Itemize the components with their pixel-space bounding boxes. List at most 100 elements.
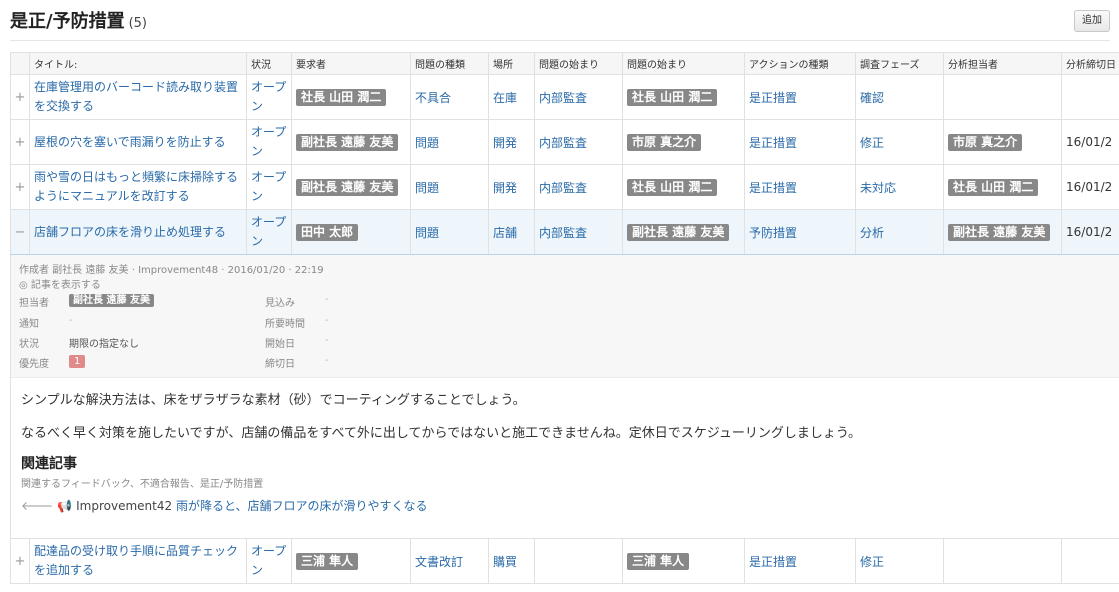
row-deadline: 16/01/2 — [1061, 164, 1119, 210]
arrow-left-icon: 🡐 — [21, 499, 54, 513]
row-location[interactable]: 開発 — [488, 164, 535, 210]
due-value: - — [325, 355, 329, 366]
row-status[interactable]: オープン — [246, 119, 292, 165]
row-location[interactable]: 開発 — [488, 119, 535, 165]
item-count: (5) — [128, 16, 147, 31]
column-header-issue-type[interactable]: 問題の種類 — [410, 52, 489, 75]
row-title-link[interactable]: 店舗フロアの床を滑り止め処理する — [29, 209, 247, 255]
priority-value: 1 — [69, 355, 86, 368]
field-label: 状況 — [19, 339, 39, 350]
row-requester-cell: 副社長 遠藤 友美 — [291, 119, 411, 165]
analyst-badge[interactable]: 社長 山田 潤二 — [948, 178, 1039, 196]
row-phase[interactable]: 分析 — [855, 209, 944, 255]
row-deadline: 16/01/2 — [1061, 119, 1119, 165]
row-origin2-cell: 社長 山田 潤二 — [622, 164, 745, 210]
origin-user-badge[interactable]: 社長 山田 潤二 — [627, 178, 718, 196]
row-action-type[interactable]: 是正措置 — [744, 74, 856, 120]
add-button[interactable]: 追加 — [1074, 10, 1110, 32]
column-header-deadline[interactable]: 分析締切日 — [1061, 52, 1119, 75]
field-label: 所要時間 — [265, 319, 305, 330]
row-requester-cell: 副社長 遠藤 友美 — [291, 164, 411, 210]
page-header: 是正/予防措置 (5) 追加 — [10, 0, 1110, 41]
row-origin2-cell: 副社長 遠藤 友美 — [622, 209, 745, 255]
origin-user-badge[interactable]: 市原 真之介 — [627, 133, 702, 151]
row-action-type[interactable]: 是正措置 — [744, 119, 856, 165]
time-value: - — [325, 315, 329, 326]
row-title-link[interactable]: 在庫管理用のバーコード読み取り装置を交換する — [29, 74, 247, 120]
body-paragraph: なるべく早く対策を施したいですが、店舗の備品をすべて外に出してからではないと施工… — [21, 426, 862, 441]
row-status[interactable]: オープン — [246, 164, 292, 210]
row-location[interactable]: 購買 — [488, 538, 535, 584]
column-header-status[interactable]: 状況 — [246, 52, 292, 75]
column-header-action-type[interactable]: アクションの種類 — [744, 52, 856, 75]
column-header-origin[interactable]: 問題の始まり — [534, 52, 623, 75]
table-row: + 配達品の受け取り手順に品質チェックを追加する オープン 三浦 隼人 文書改訂… — [10, 538, 1119, 584]
analyst-badge[interactable]: 副社長 遠藤 友美 — [948, 223, 1051, 241]
row-status[interactable]: オープン — [246, 209, 292, 255]
origin-user-badge[interactable]: 三浦 隼人 — [627, 552, 690, 570]
row-issue-type[interactable]: 不具合 — [410, 74, 489, 120]
row-origin[interactable]: 内部監査 — [534, 74, 623, 120]
detail-meta: 作成者 副社長 遠藤 友美 · Improvement48 · 2016/01/… — [11, 255, 1119, 378]
plus-icon[interactable]: + — [10, 74, 30, 120]
plus-icon[interactable]: + — [10, 119, 30, 165]
row-phase[interactable]: 確認 — [855, 74, 944, 120]
assignee-badge[interactable]: 副社長 遠藤 友美 — [69, 294, 154, 307]
row-action-type[interactable]: 是正措置 — [744, 538, 856, 584]
show-article-link[interactable]: ◎ 記事を表示する — [19, 276, 101, 291]
row-phase[interactable]: 修正 — [855, 119, 944, 165]
minus-icon[interactable]: − — [10, 209, 30, 255]
origin-user-badge[interactable]: 社長 山田 潤二 — [627, 88, 718, 106]
table-row: + 在庫管理用のバーコード読み取り装置を交換する オープン 社長 山田 潤二 不… — [10, 74, 1119, 120]
requester-badge[interactable]: 副社長 遠藤 友美 — [296, 178, 399, 196]
related-article-link[interactable]: 雨が降ると、店舗フロアの床が滑りやすくなる — [176, 499, 428, 513]
row-location[interactable]: 店舗 — [488, 209, 535, 255]
column-header-phase[interactable]: 調査フェーズ — [855, 52, 944, 75]
row-title-link[interactable]: 雨や雪の日はもっと頻繁に床掃除するようにマニュアルを改訂する — [29, 164, 247, 210]
field-start: 開始日 - — [265, 335, 329, 350]
field-notify: 通知 - — [19, 315, 73, 330]
row-status[interactable]: オープン — [246, 538, 292, 584]
requester-badge[interactable]: 田中 太郎 — [296, 223, 359, 241]
requester-badge[interactable]: 三浦 隼人 — [296, 552, 359, 570]
column-header-requester[interactable]: 要求者 — [291, 52, 411, 75]
row-origin[interactable] — [534, 538, 623, 584]
requester-badge[interactable]: 副社長 遠藤 友美 — [296, 133, 399, 151]
column-header-title[interactable]: タイトル: — [29, 52, 247, 75]
table-header-row: タイトル: 状況 要求者 問題の種類 場所 問題の始まり 問題の始まり アクショ… — [10, 52, 1119, 75]
row-deadline — [1061, 74, 1119, 120]
row-origin[interactable]: 内部監査 — [534, 119, 623, 165]
row-issue-type[interactable]: 問題 — [410, 209, 489, 255]
row-status[interactable]: オープン — [246, 74, 292, 120]
row-origin2-cell: 三浦 隼人 — [622, 538, 745, 584]
plus-icon[interactable]: + — [10, 538, 30, 584]
field-priority: 優先度 1 — [19, 355, 86, 370]
row-issue-type[interactable]: 問題 — [410, 164, 489, 210]
row-phase[interactable]: 未対応 — [855, 164, 944, 210]
row-title-link[interactable]: 屋根の穴を塞いで雨漏りを防止する — [29, 119, 247, 165]
row-action-type[interactable]: 予防措置 — [744, 209, 856, 255]
related-articles-title: 関連記事 — [21, 456, 77, 472]
row-analyst-cell: 副社長 遠藤 友美 — [943, 209, 1062, 255]
field-label: 開始日 — [265, 339, 295, 350]
table-row: + 雨や雪の日はもっと頻繁に床掃除するようにマニュアルを改訂する オープン 副社… — [10, 164, 1119, 210]
row-location[interactable]: 在庫 — [488, 74, 535, 120]
row-issue-type[interactable]: 文書改訂 — [410, 538, 489, 584]
column-header-origin-2[interactable]: 問題の始まり — [622, 52, 745, 75]
row-action-type[interactable]: 是正措置 — [744, 164, 856, 210]
row-analyst-cell: 市原 真之介 — [943, 119, 1062, 165]
row-origin[interactable]: 内部監査 — [534, 209, 623, 255]
row-origin2-cell: 社長 山田 潤二 — [622, 74, 745, 120]
row-origin2-cell: 市原 真之介 — [622, 119, 745, 165]
row-issue-type[interactable]: 問題 — [410, 119, 489, 165]
requester-badge[interactable]: 社長 山田 潤二 — [296, 88, 387, 106]
row-origin[interactable]: 内部監査 — [534, 164, 623, 210]
column-header-location[interactable]: 場所 — [488, 52, 535, 75]
row-title-link[interactable]: 配達品の受け取り手順に品質チェックを追加する — [29, 538, 247, 584]
row-phase[interactable]: 修正 — [855, 538, 944, 584]
analyst-badge[interactable]: 市原 真之介 — [948, 133, 1023, 151]
author-line: 作成者 副社長 遠藤 友美 · Improvement48 · 2016/01/… — [19, 265, 324, 276]
column-header-analyst[interactable]: 分析担当者 — [943, 52, 1062, 75]
origin-user-badge[interactable]: 副社長 遠藤 友美 — [627, 223, 730, 241]
plus-icon[interactable]: + — [10, 164, 30, 210]
